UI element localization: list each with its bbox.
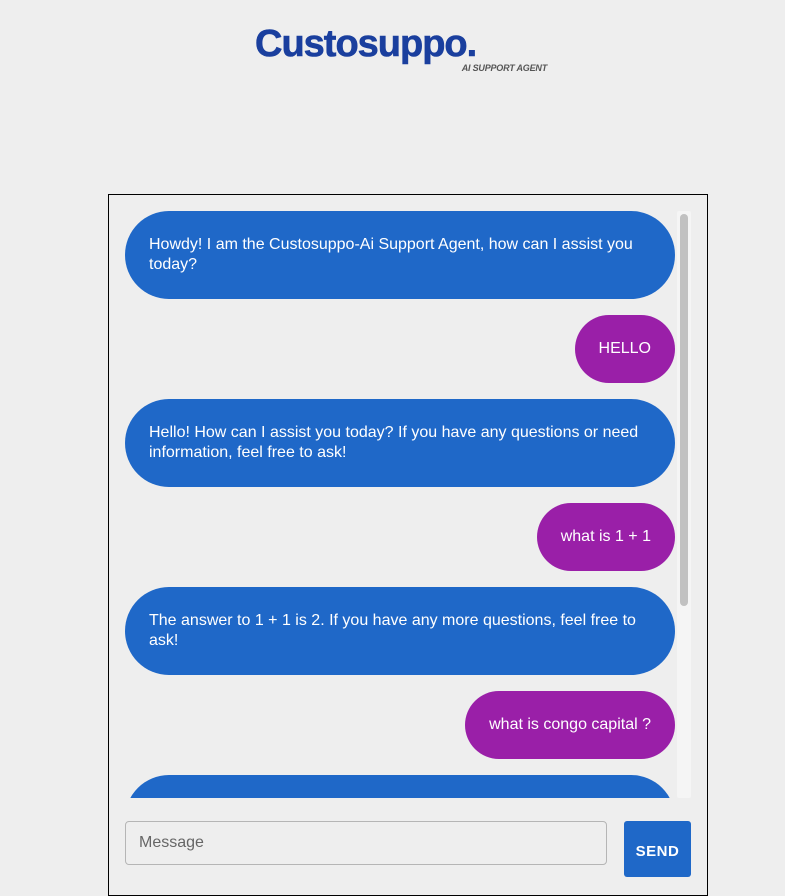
scrollbar-thumb[interactable]: [680, 214, 688, 606]
message-scrollbar[interactable]: [677, 211, 691, 798]
brand-logo: Custosuppo. AI SUPPORT AGENT: [255, 23, 550, 76]
brand-name: Custosuppo.: [255, 23, 478, 65]
user-message: what is congo capital ?: [465, 691, 675, 759]
user-message: HELLO: [574, 315, 675, 383]
composer: SEND: [125, 821, 691, 881]
bot-message: Hello! How can I assist you today? If yo…: [125, 399, 675, 487]
user-message: what is 1 + 1: [536, 503, 675, 571]
message-list[interactable]: Howdy! I am the Custosuppo-Ai Support Ag…: [109, 195, 707, 798]
bot-message: Howdy! I am the Custosuppo-Ai Support Ag…: [125, 211, 675, 299]
message-input[interactable]: [125, 821, 607, 865]
chat-window: Howdy! I am the Custosuppo-Ai Support Ag…: [108, 194, 708, 896]
brand-tagline: AI SUPPORT AGENT: [461, 63, 548, 73]
bot-message: The answer to 1 + 1 is 2. If you have an…: [125, 587, 675, 675]
send-button[interactable]: SEND: [624, 821, 691, 877]
bot-message: [125, 775, 675, 798]
